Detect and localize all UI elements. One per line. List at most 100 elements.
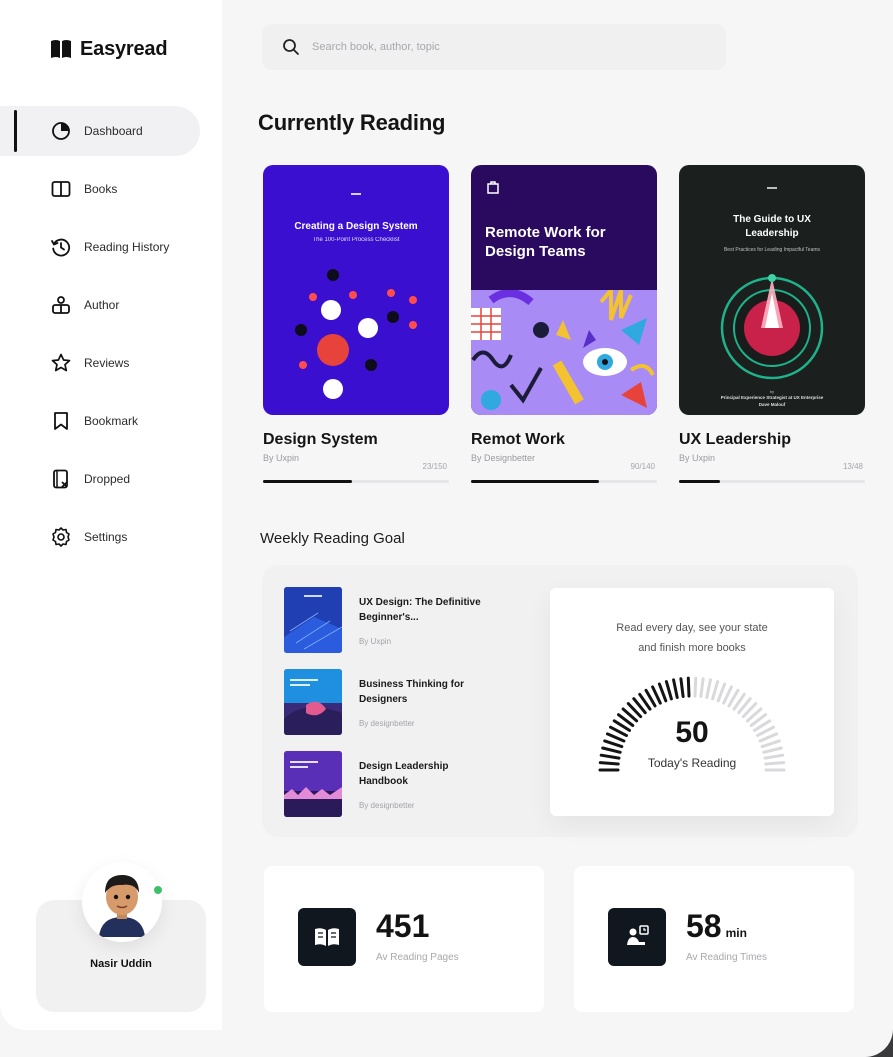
- book-logo-icon: [51, 40, 71, 58]
- goal-description: Read every day, see your state and finis…: [550, 618, 834, 658]
- sidebar-item-author[interactable]: Author: [0, 280, 222, 330]
- stat-card-reading-pages: 451 Av Reading Pages: [264, 866, 544, 1012]
- stat-label: Av Reading Times: [686, 952, 767, 963]
- brand[interactable]: Easyread: [50, 36, 168, 62]
- sidebar-item-label: Reviews: [84, 356, 130, 370]
- book-title: UX Leadership: [679, 431, 792, 448]
- sidebar-nav: Dashboard Books Reading History Author R…: [0, 106, 222, 570]
- brand-name: Easyread: [80, 37, 168, 60]
- cover-subtitle: The 100-Point Process Checklist: [312, 237, 400, 243]
- sidebar-item-bookmark[interactable]: Bookmark: [0, 396, 222, 446]
- currently-reading-heading: Currently Reading: [258, 110, 446, 135]
- book-title: Remot Work: [471, 431, 565, 448]
- sidebar-item-settings[interactable]: Settings: [0, 512, 222, 562]
- avatar[interactable]: [82, 862, 168, 948]
- reading-progress-bar: [471, 480, 657, 483]
- sidebar-item-reviews[interactable]: Reviews: [0, 338, 222, 388]
- stat-value: 58 min: [686, 908, 747, 945]
- weekly-book-item[interactable]: UX Design: The Definitive Beginner's... …: [284, 587, 504, 653]
- stat-number: 451: [376, 908, 430, 944]
- weekly-book-item[interactable]: Business Thinking for Designers By desig…: [284, 669, 504, 735]
- search-icon: [283, 39, 299, 55]
- book-thumbnail[interactable]: [284, 669, 342, 735]
- reading-progress-bar: [263, 480, 449, 483]
- cover-footer-role: Principal Experience Strategist at UX En…: [720, 395, 824, 400]
- radar-target-icon: [720, 274, 824, 380]
- book-cover[interactable]: Remote Work for Design Teams: [471, 165, 657, 415]
- gauge-tick: [705, 678, 712, 699]
- gauge-tick: [722, 685, 733, 705]
- book-card-ux-leadership[interactable]: The Guide to UX Leadership Best Practice…: [679, 165, 865, 463]
- book-pages: 13/48: [842, 462, 863, 471]
- book-pages: 90/140: [630, 462, 655, 471]
- sidebar-item-books[interactable]: Books: [0, 164, 222, 214]
- star-icon: [51, 353, 71, 372]
- weekly-reading-goal-heading: Weekly Reading Goal: [260, 530, 405, 547]
- gauge-tick: [651, 685, 662, 705]
- bookmark-icon: [54, 412, 68, 430]
- sidebar: Easyread Dashboard Books Reading History…: [0, 0, 222, 1030]
- gauge-tick: [679, 677, 685, 698]
- sidebar-item-dashboard[interactable]: Dashboard: [0, 106, 200, 156]
- cover-footer-by: by: [769, 389, 775, 394]
- sidebar-item-label: Reading History: [84, 240, 170, 254]
- daily-goal-card: Read every day, see your state and finis…: [550, 588, 834, 816]
- cover-subtitle: Best Practices for Leading Impactful Tea…: [723, 247, 821, 253]
- sidebar-item-reading-history[interactable]: Reading History: [0, 222, 222, 272]
- gauge-tick: [716, 682, 727, 703]
- search-bar[interactable]: [262, 24, 726, 70]
- goal-description-line: Read every day, see your state: [616, 622, 768, 634]
- gauge-tick: [657, 682, 668, 703]
- open-book-icon: [298, 908, 356, 966]
- weekly-book-author: By designbetter: [359, 719, 415, 728]
- stat-unit: min: [725, 926, 747, 940]
- weekly-book-author: By Uxpin: [359, 637, 392, 646]
- author-icon: [52, 296, 70, 314]
- stat-number: 58: [686, 908, 722, 944]
- book-thumbnail[interactable]: [284, 751, 342, 817]
- book-cover[interactable]: Creating a Design System The 100-Point P…: [263, 165, 449, 415]
- sidebar-item-label: Bookmark: [84, 414, 139, 428]
- book-title: Design System: [263, 431, 378, 448]
- reading-progress-bar: [679, 480, 865, 483]
- gauge-label: Today's Reading: [647, 756, 737, 770]
- book-author: By Uxpin: [263, 453, 300, 463]
- sidebar-item-dropped[interactable]: Dropped: [0, 454, 222, 504]
- gauge-tick: [664, 680, 673, 701]
- weekly-book-title: Business Thinking for Designers: [359, 679, 465, 705]
- cover-footer-name: Dave Malouf: [758, 402, 786, 407]
- goal-description-line: and finish more books: [638, 642, 746, 654]
- profile-name: Nasir Uddin: [90, 958, 152, 970]
- book-thumbnail[interactable]: [284, 587, 342, 653]
- book-open-icon: [51, 181, 71, 197]
- cover-title: Remote Work for Design Teams: [485, 224, 606, 260]
- book-author: By Designbetter: [471, 453, 536, 463]
- weekly-book-title: Design Leadership Handbook: [359, 761, 449, 787]
- gear-icon: [52, 527, 70, 547]
- book-cover[interactable]: The Guide to UX Leadership Best Practice…: [679, 165, 865, 415]
- business-thinking-cover-icon: [284, 669, 342, 735]
- cover-title: The Guide to UX Leadership: [733, 214, 811, 239]
- weekly-book-title: UX Design: The Definitive Beginner's...: [359, 597, 481, 623]
- book-author: By Uxpin: [679, 453, 716, 463]
- stat-value: 451: [376, 908, 429, 945]
- gauge-tick: [672, 678, 679, 699]
- stat-label: Av Reading Pages: [376, 952, 459, 963]
- search-input[interactable]: [312, 41, 692, 53]
- user-avatar-icon: [99, 875, 145, 937]
- online-status-dot: [152, 884, 164, 896]
- dropped-book-icon: [53, 469, 68, 489]
- ux-design-cover-icon: [284, 587, 342, 653]
- design-leadership-cover-icon: [284, 751, 342, 817]
- stat-card-reading-times: 58 min Av Reading Times: [574, 866, 854, 1012]
- cover-title: Creating a Design System: [294, 221, 418, 232]
- sidebar-item-label: Dashboard: [84, 124, 143, 138]
- book-card-remote-work[interactable]: Remote Work for Design Teams Remot Work …: [471, 165, 657, 463]
- weekly-book-item[interactable]: Design Leadership Handbook By designbett…: [284, 751, 504, 817]
- gauge-tick: [693, 676, 698, 698]
- remote-work-illustration-icon: [471, 290, 657, 415]
- history-icon: [51, 238, 71, 257]
- sidebar-item-label: Dropped: [84, 472, 131, 486]
- book-card-design-system[interactable]: Creating a Design System The 100-Point P…: [263, 165, 449, 463]
- sidebar-item-label: Settings: [84, 530, 128, 544]
